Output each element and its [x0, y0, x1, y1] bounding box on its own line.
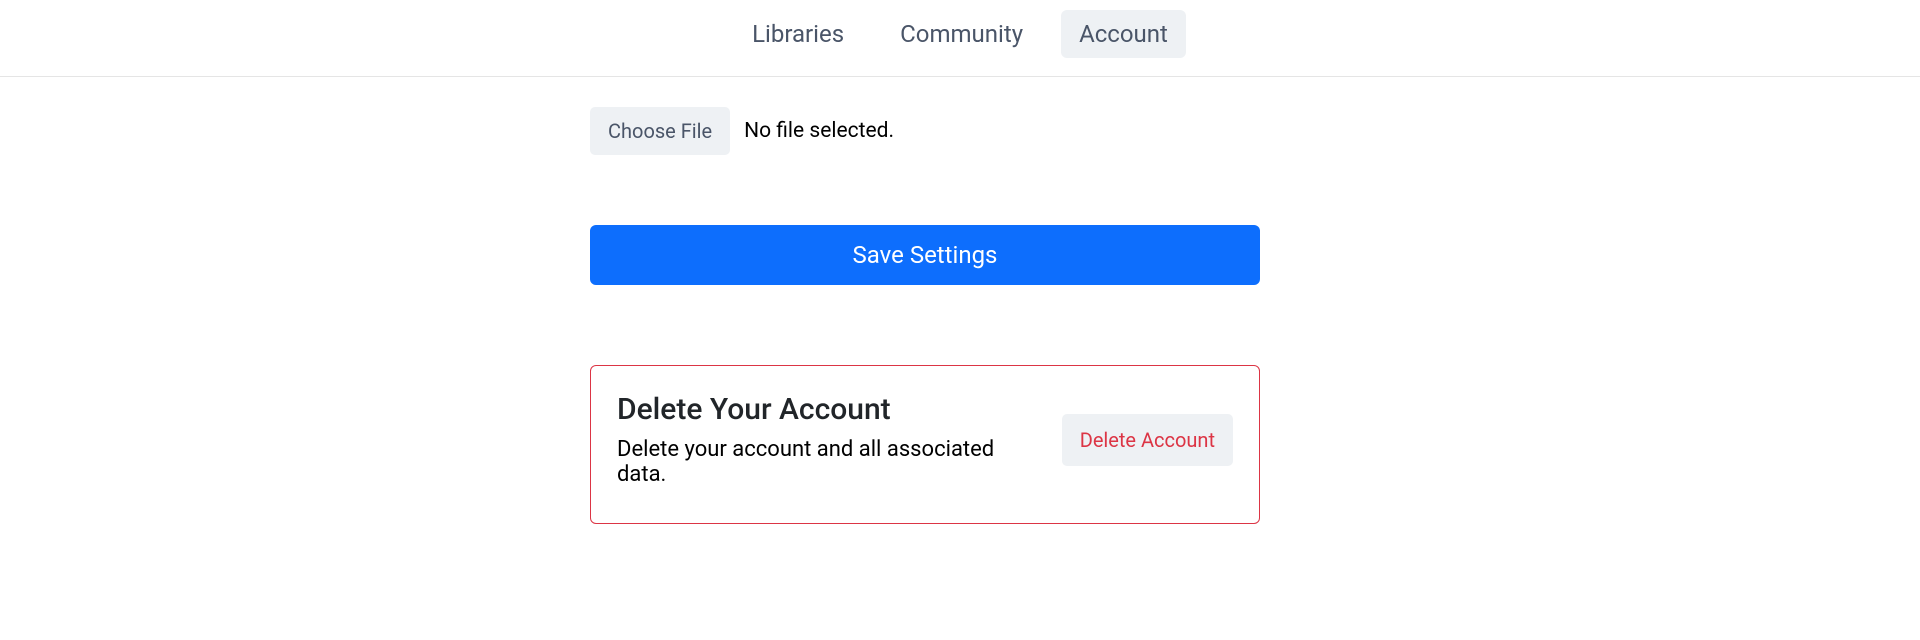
tab-community[interactable]: Community	[882, 10, 1041, 58]
delete-account-title: Delete Your Account	[617, 392, 1042, 427]
file-upload-row: Choose File No file selected.	[590, 107, 1260, 155]
main-nav: Libraries Community Account	[734, 10, 1186, 58]
delete-account-description: Delete your account and all associated d…	[617, 437, 1042, 487]
header: Libraries Community Account	[0, 0, 1920, 77]
tab-libraries[interactable]: Libraries	[734, 10, 862, 58]
file-status-text: No file selected.	[744, 119, 894, 143]
tab-account[interactable]: Account	[1061, 10, 1186, 58]
delete-account-button[interactable]: Delete Account	[1062, 414, 1233, 466]
main-content: Choose File No file selected. Save Setti…	[590, 77, 1260, 524]
save-settings-button[interactable]: Save Settings	[590, 225, 1260, 285]
delete-account-card: Delete Your Account Delete your account …	[590, 365, 1260, 524]
delete-account-text: Delete Your Account Delete your account …	[617, 392, 1042, 487]
choose-file-button[interactable]: Choose File	[590, 107, 730, 155]
